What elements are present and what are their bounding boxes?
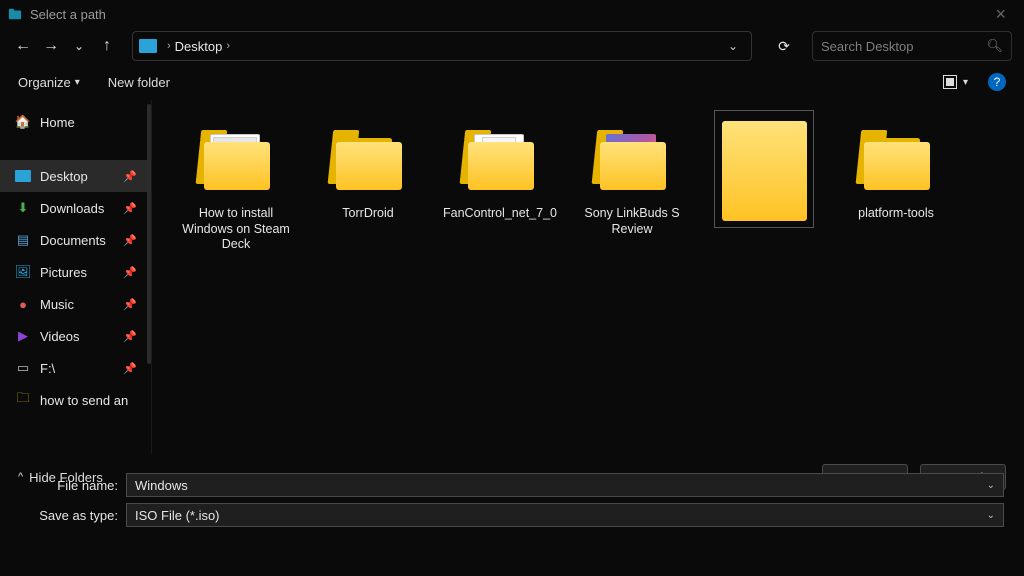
sidebar-spacer — [0, 138, 151, 160]
address-bar[interactable]: › Desktop › ⌄ — [132, 31, 752, 61]
refresh-button[interactable]: ⟳ — [770, 38, 798, 55]
sidebar-item-pictures[interactable]: 🖼 Pictures 📌 — [0, 256, 151, 288]
sidebar-scrollbar[interactable] — [147, 104, 151, 364]
desktop-icon — [14, 168, 32, 184]
sidebar: 🏠 Home Desktop 📌 ⬇ Downloads 📌 ▤ Documen… — [0, 100, 152, 454]
up-button[interactable]: ↑ — [96, 37, 118, 55]
pin-icon: 📌 — [123, 330, 137, 343]
address-segment[interactable]: Desktop — [175, 39, 223, 54]
type-select[interactable]: ISO File (*.iso) ⌄ — [126, 503, 1004, 527]
toolbar: Organize ▾ New folder ▾ ? — [0, 64, 1024, 100]
pin-icon: 📌 — [123, 266, 137, 279]
view-icon — [943, 75, 957, 89]
sidebar-item-desktop[interactable]: Desktop 📌 — [0, 160, 151, 192]
tile-label: FanControl_net_7_0 — [443, 206, 557, 222]
chevron-right-icon: › — [167, 40, 171, 52]
sidebar-item-drive-f[interactable]: ▭ F:\ 📌 — [0, 352, 151, 384]
view-button[interactable]: ▾ — [943, 75, 968, 89]
filename-value: Windows — [135, 478, 188, 493]
search-placeholder: Search Desktop — [821, 39, 914, 54]
tile-label: TorrDroid — [342, 206, 393, 222]
search-icon: 🔍︎ — [986, 38, 1003, 54]
sidebar-item-documents[interactable]: ▤ Documents 📌 — [0, 224, 151, 256]
folder-tile[interactable]: How to install Windows on Steam Deck — [170, 114, 302, 253]
app-icon — [8, 7, 22, 21]
pin-icon: 📌 — [123, 202, 137, 215]
drive-icon: ▭ — [14, 360, 32, 376]
pin-icon: 📌 — [123, 234, 137, 247]
folder-tile[interactable]: Sony LinkBuds S Review — [566, 114, 698, 253]
address-root-icon — [139, 39, 157, 53]
pin-icon: 📌 — [123, 298, 137, 311]
organize-label: Organize — [18, 75, 71, 90]
type-row: Save as type: ISO File (*.iso) ⌄ — [0, 500, 1024, 530]
sidebar-item-label: Pictures — [40, 265, 87, 280]
chevron-down-icon[interactable]: ⌄ — [987, 480, 995, 491]
pin-icon: 📌 — [123, 362, 137, 375]
sidebar-item-label: Documents — [40, 233, 106, 248]
form-area: File name: Windows ⌄ Save as type: ISO F… — [0, 464, 1024, 530]
chevron-down-icon: ▾ — [963, 77, 968, 88]
pin-icon: 📌 — [123, 170, 137, 183]
sidebar-item-label: Videos — [40, 329, 80, 344]
filename-input[interactable]: Windows ⌄ — [126, 473, 1004, 497]
recent-dropdown[interactable]: ⌄ — [68, 39, 90, 53]
sidebar-item-label: Music — [40, 297, 74, 312]
filename-label: File name: — [0, 478, 126, 493]
help-button[interactable]: ? — [988, 73, 1006, 91]
sidebar-item-label: Desktop — [40, 169, 88, 184]
sidebar-item-home[interactable]: 🏠 Home — [0, 106, 151, 138]
filename-row: File name: Windows ⌄ — [0, 470, 1024, 500]
home-icon: 🏠 — [14, 114, 32, 130]
sidebar-item-downloads[interactable]: ⬇ Downloads 📌 — [0, 192, 151, 224]
organize-menu[interactable]: Organize ▾ — [18, 75, 80, 90]
forward-button[interactable]: → — [40, 37, 62, 55]
documents-icon: ▤ — [14, 232, 32, 248]
address-history-dropdown[interactable]: ⌄ — [721, 39, 745, 53]
downloads-icon: ⬇ — [14, 200, 32, 216]
chevron-down-icon: ▾ — [75, 77, 80, 88]
nav-row: ← → ⌄ ↑ › Desktop › ⌄ ⟳ Search Desktop 🔍… — [0, 28, 1024, 64]
folder-tile[interactable]: platform-tools — [830, 114, 962, 253]
folder-tile[interactable]: FanControl_net_7_0 — [434, 114, 566, 253]
chevron-down-icon[interactable]: ⌄ — [987, 510, 995, 521]
sidebar-item-label: F:\ — [40, 361, 55, 376]
sidebar-item-folder[interactable]: 🗀 how to send an — [0, 384, 151, 416]
window-title: Select a path — [30, 7, 106, 22]
back-button[interactable]: ← — [12, 37, 34, 55]
sidebar-item-label: how to send an — [40, 393, 128, 408]
type-value: ISO File (*.iso) — [135, 508, 220, 523]
sidebar-item-label: Home — [40, 115, 75, 130]
sidebar-item-videos[interactable]: ▶ Videos 📌 — [0, 320, 151, 352]
sidebar-item-music[interactable]: ● Music 📌 — [0, 288, 151, 320]
sidebar-item-label: Downloads — [40, 201, 104, 216]
type-label: Save as type: — [0, 508, 126, 523]
titlebar: Select a path × — [0, 0, 1024, 28]
file-view[interactable]: How to install Windows on Steam Deck Tor… — [152, 100, 1024, 454]
main-area: 🏠 Home Desktop 📌 ⬇ Downloads 📌 ▤ Documen… — [0, 100, 1024, 454]
music-icon: ● — [14, 296, 32, 312]
chevron-right-icon: › — [226, 40, 230, 52]
folder-tile[interactable]: TorrDroid — [302, 114, 434, 253]
search-input[interactable]: Search Desktop 🔍︎ — [812, 31, 1012, 61]
videos-icon: ▶ — [14, 328, 32, 344]
folder-icon: 🗀 — [14, 392, 32, 408]
new-folder-button[interactable]: New folder — [108, 75, 170, 90]
pictures-icon: 🖼 — [14, 264, 32, 280]
tile-label: platform-tools — [858, 206, 934, 222]
tile-label: Sony LinkBuds S Review — [572, 206, 692, 237]
folder-tile-selected[interactable] — [698, 114, 830, 253]
tile-label: How to install Windows on Steam Deck — [176, 206, 296, 253]
close-button[interactable]: × — [985, 4, 1016, 25]
